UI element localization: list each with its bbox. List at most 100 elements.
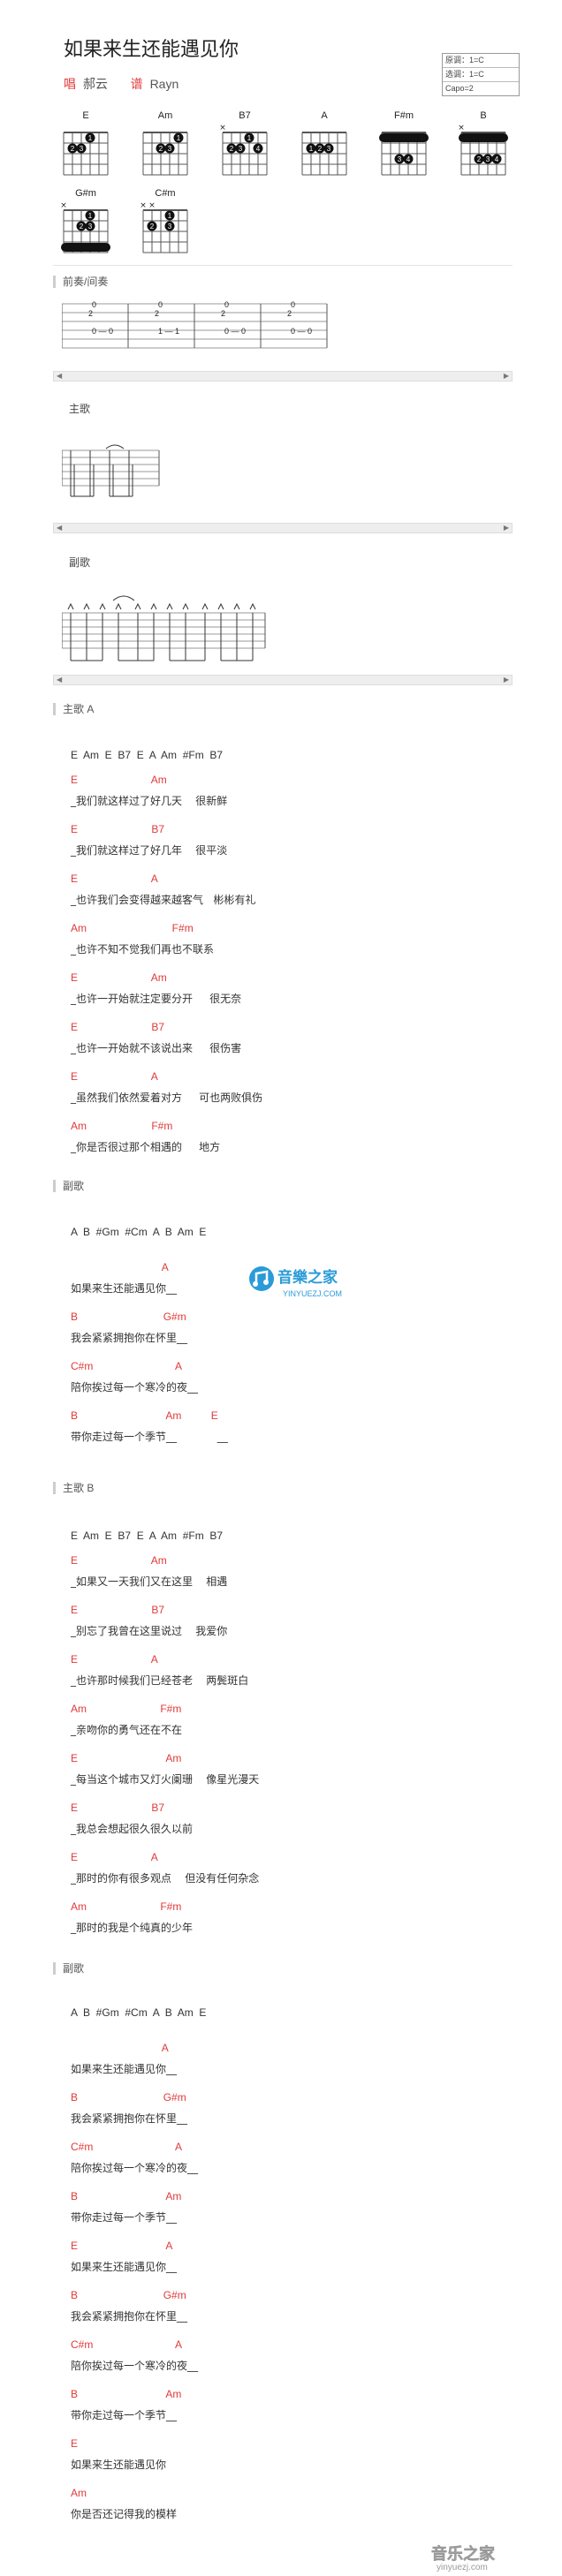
singer-tag: 唱 (64, 77, 76, 91)
key-info-box: 原调：1=C 选调：1=C Capo=2 (442, 53, 520, 96)
svg-text:×: × (458, 124, 465, 132)
chord-line: E A (71, 2240, 173, 2252)
chord-diagram-a: A 1 2 3 (301, 110, 347, 176)
credits: 唱 郝云 谱 Rayn (64, 75, 178, 93)
chord-line: E Am (71, 971, 167, 984)
chord-diagram-fsharpm: F#m 3 4 (379, 110, 429, 176)
chord-line: Am (71, 2487, 87, 2499)
section-verse-b: 主歌 B (53, 1482, 94, 1494)
chord-name: A (321, 110, 328, 121)
chord-line: E Am (71, 1752, 182, 1764)
lyric-line: _我总会想起很久很久以前 (71, 1823, 194, 1835)
svg-text:×: × (140, 201, 147, 210)
arranger-name: Rayn (149, 77, 179, 91)
tab-note: 0 — 0 (224, 327, 246, 336)
chord-line: E A (71, 1851, 158, 1863)
tab-scrollbar-1[interactable]: ◀ ▶ (53, 371, 513, 381)
chord-name: F#m (394, 110, 414, 121)
chord-line: B G#m (71, 1311, 186, 1323)
section-chorus-label: 副歌 (69, 556, 91, 569)
tab-note: 2 (221, 309, 225, 318)
singer-name: 郝云 (82, 77, 108, 91)
lyric-line: _那时的你有很多观点 但没有任何杂念 (71, 1872, 260, 1885)
watermark: 音樂之家 YINYUEZJ.COM (246, 1261, 361, 1308)
svg-text:3: 3 (327, 145, 331, 153)
svg-text:3: 3 (398, 155, 402, 163)
svg-text:2: 2 (477, 155, 482, 163)
lyric-line: 我会紧紧拥抱你在怀里__ (71, 2310, 188, 2323)
lyric-line: _亲吻你的勇气还在不在 (71, 1724, 183, 1736)
tab-note: 1 — 1 (158, 327, 179, 336)
chord-line: B Am (71, 2388, 182, 2400)
svg-text:3: 3 (88, 223, 93, 230)
tab-note: 2 (88, 309, 93, 318)
chord-line: E B7 (71, 823, 165, 835)
svg-text:3: 3 (80, 145, 84, 153)
lyric-line: _虽然我们依然爱着对方 可也两败俱伤 (71, 1092, 263, 1104)
chord-diagram-csharpm: C#m × × 1 2 3 (140, 188, 188, 253)
chord-diagram-gsharpm: G#m × 12 3 (60, 188, 110, 253)
lyric-line: _那时的我是个纯真的少年 (71, 1922, 194, 1934)
chord-line: C#m A (71, 2338, 183, 2351)
chorus-strum-tab (62, 595, 266, 661)
lyric-line: _也许不知不觉我们再也不联系 (71, 943, 215, 956)
lyric-line: 我会紧紧拥抱你在怀里__ (71, 1332, 188, 1344)
tab-note: 0 (158, 300, 163, 309)
chord-line: Am F#m (71, 1703, 182, 1715)
svg-text:1: 1 (309, 145, 314, 153)
lyric-line: _别忘了我曾在这里说过 我爱你 (71, 1625, 228, 1637)
chord-line: A (71, 1261, 169, 1273)
lyric-line: 陪你挨过每一个寒冷的夜__ (71, 2360, 199, 2372)
lyric-line: 如果来生还能遇见你__ (71, 1282, 178, 1295)
tab-note: 2 (155, 309, 159, 318)
svg-text:4: 4 (406, 155, 411, 163)
lyric-line: _我们就这样过了好几天 很新鲜 (71, 795, 228, 807)
chord-line: B Am E (71, 1409, 218, 1422)
chord-line: E (71, 2437, 79, 2450)
lyric-line: _你是否很过那个相遇的 地方 (71, 1141, 221, 1153)
tab-note: 0 — 0 (92, 327, 113, 336)
tab-scrollbar-2[interactable]: ◀ ▶ (53, 523, 513, 533)
song-title: 如果来生还能遇见你 (64, 39, 239, 61)
divider (53, 265, 513, 266)
svg-text:4: 4 (495, 155, 499, 163)
svg-text:2: 2 (71, 145, 75, 153)
svg-text:2: 2 (159, 145, 163, 153)
tab-note: 0 (291, 300, 295, 309)
section-verse-label: 主歌 (69, 403, 91, 415)
chord-line: C#m A (71, 1360, 183, 1372)
lyric-line: 陪你挨过每一个寒冷的夜__ (71, 1381, 199, 1394)
lyric-line: _每当这个城市又灯火阑珊 像星光漫天 (71, 1773, 260, 1786)
capo-info: Capo=2 (445, 84, 474, 93)
chord-name: C#m (155, 188, 175, 199)
svg-text:音乐之家: 音乐之家 (431, 2544, 496, 2564)
verse-a-progression: E Am E B7 E A Am #Fm B7 (71, 749, 224, 761)
chord-line: A (71, 2042, 169, 2054)
page: 如果来生还能遇见你 唱 郝云 谱 Rayn 原调：1=C 选调：1=C Capo… (0, 0, 562, 2576)
lyric-line: 带你走过每一个季节__ __ (71, 1431, 228, 1443)
chord-line: Am F#m (71, 922, 194, 934)
svg-text:1: 1 (247, 134, 252, 142)
chord-line: B G#m (71, 2289, 186, 2301)
chord-diagram-b: B × 2 3 4 (458, 110, 508, 176)
svg-text:3: 3 (168, 145, 172, 153)
chord-line: B Am (71, 2190, 182, 2202)
chord-line: E Am (71, 774, 167, 786)
svg-text:1: 1 (177, 134, 181, 142)
svg-text:yinyuezj.com: yinyuezj.com (437, 2563, 488, 2572)
tab-note: 0 — 0 (291, 327, 312, 336)
chord-line: E B7 (71, 1021, 165, 1033)
lyric-line: _也许那时候我们已经苍老 两鬓斑白 (71, 1674, 249, 1687)
lyric-line: _也许我们会变得越来越客气 彬彬有礼 (71, 894, 256, 906)
lyric-line: 带你走过每一个季节__ (71, 2211, 178, 2224)
chord-line: E A (71, 1653, 158, 1666)
svg-text:音樂之家: 音樂之家 (277, 1268, 338, 1287)
verse-strum-tab (62, 444, 160, 497)
svg-text:4: 4 (256, 145, 261, 153)
svg-text:2: 2 (80, 223, 84, 230)
lyric-line: 陪你挨过每一个寒冷的夜__ (71, 2162, 199, 2174)
tab-scrollbar-3[interactable]: ◀ ▶ (53, 675, 513, 685)
chord-name: G#m (75, 188, 96, 199)
svg-text:YINYUEZJ.COM: YINYUEZJ.COM (283, 1289, 342, 1298)
chord-line: E B7 (71, 1802, 165, 1814)
